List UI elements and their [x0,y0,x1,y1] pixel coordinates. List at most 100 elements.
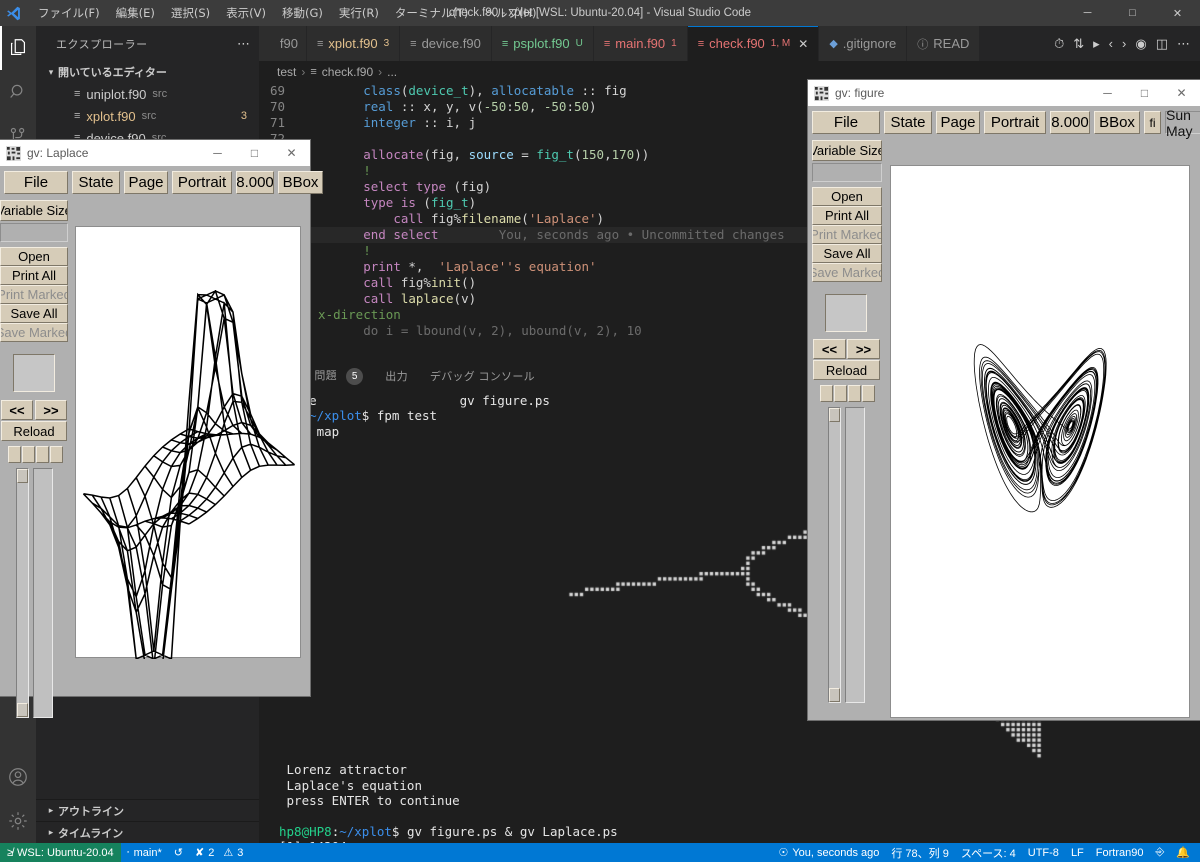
gv-page-button[interactable]: Page [936,111,980,134]
chevron-left-icon[interactable]: ‹ [1109,36,1113,51]
panel-tab-output[interactable]: 出力 [383,360,410,392]
tab-main-f90[interactable]: ≡ main.f90 1 [593,26,688,61]
gv-bbox-button[interactable]: BBox [1094,111,1140,134]
status-language-mode[interactable]: Fortran90 [1090,843,1150,862]
gv-minimize-button[interactable]: ─ [1089,80,1126,106]
open-editor-xplot[interactable]: ≡ xplot.f90 src 3 [36,105,259,127]
menu-bar[interactable]: ファイル(F) 編集(E) 選択(S) 表示(V) 移動(G) 実行(R) ター… [30,2,544,24]
gv-next-page-button[interactable]: >> [35,400,67,420]
gv-maximize-button[interactable]: □ [1126,80,1163,106]
menu-run[interactable]: 実行(R) [331,2,387,24]
tab-xplot-f90[interactable]: ≡ xplot.f90 3 [307,26,401,61]
menu-terminal[interactable]: ターミナル(T) [387,2,477,24]
gv-save-all-button[interactable]: Save All [812,244,882,263]
menu-selection[interactable]: 選択(S) [163,2,218,24]
search-icon[interactable] [0,70,36,114]
status-branch[interactable]: ⸱ main* [121,843,168,862]
menu-go[interactable]: 移動(G) [274,2,331,24]
gv-prev-page-button[interactable]: << [1,400,33,420]
status-indentation[interactable]: スペース: 4 [955,843,1022,862]
split-horizontal-icon[interactable]: ⇅ [1073,36,1084,52]
gv-scrollbar-thumb-bottom[interactable] [829,688,840,702]
breadcrumb-file[interactable]: check.f90 [322,65,373,79]
window-controls[interactable]: ─ □ ✕ [1065,0,1200,26]
gv-page-marker-row[interactable] [820,385,875,402]
status-cursor-position[interactable]: 行 78、列 9 [885,843,954,862]
window-maximize-button[interactable]: □ [1110,0,1155,26]
run-icon[interactable]: ▸ [1093,36,1100,52]
gv-next-page-button[interactable]: >> [847,339,880,359]
chevron-right-icon[interactable]: › [1122,36,1126,51]
gv-laplace-page-view[interactable] [75,226,301,669]
status-remote-wsl[interactable]: ≱ WSL: Ubuntu-20.04 [0,843,121,862]
gv-filename-button[interactable]: fi [1144,111,1161,134]
tab-partial[interactable]: f90 [259,26,307,61]
gv-maximize-button[interactable]: □ [236,140,273,166]
gv-minimize-button[interactable]: ─ [199,140,236,166]
status-git-blame[interactable]: ☉ You, seconds ago [772,843,885,862]
tab-check-f90[interactable]: ≡ check.f90 1, M ✕ [687,26,820,61]
ellipsis-icon[interactable]: ⋯ [1177,36,1190,52]
gv-vertical-scrollbar-secondary[interactable] [33,468,53,718]
gv-orientation-button[interactable]: Portrait [172,171,232,194]
explorer-icon[interactable] [0,26,36,70]
gv-figure-page-view[interactable] [890,165,1190,718]
gv-bbox-button[interactable]: BBox [278,171,323,194]
layout-icon[interactable]: ◫ [1156,36,1168,52]
gv-print-all-button[interactable]: Print All [0,266,68,285]
gv-laplace-window-controls[interactable]: ─ □ ✕ [199,140,310,166]
gv-file-menu-button[interactable]: File [812,111,880,134]
gv-page-marker[interactable] [834,385,847,402]
menu-edit[interactable]: 編集(E) [108,2,163,24]
gv-open-button[interactable]: Open [812,187,882,206]
gv-state-button[interactable]: State [72,171,120,194]
gv-open-button[interactable]: Open [0,247,68,266]
gv-scrollbar-thumb-bottom[interactable] [17,703,28,717]
gv-page-marker[interactable] [36,446,49,463]
history-icon[interactable]: ⏱ [1054,36,1064,52]
tab-gitignore[interactable]: ◆ .gitignore [819,26,908,61]
gv-page-marker[interactable] [8,446,21,463]
gv-orientation-button[interactable]: Portrait [984,111,1046,134]
tab-close-button[interactable]: ✕ [798,37,808,51]
sidebar-item-outline[interactable]: ▸ アウトライン [36,799,259,821]
gv-state-button[interactable]: State [884,111,932,134]
gv-page-marker-row[interactable] [8,446,63,463]
panel-tab-problems[interactable]: 問題 5 [312,359,365,393]
sidebar-item-timeline[interactable]: ▸ タイムライン [36,821,259,843]
gv-zoom-button[interactable]: 8.000 [236,171,274,194]
gv-page-marker[interactable] [50,446,63,463]
gv-file-menu-button[interactable]: File [4,171,68,194]
gv-print-all-button[interactable]: Print All [812,206,882,225]
gv-variable-size-button[interactable]: Variable Size [0,200,68,221]
gv-figure-window-controls[interactable]: ─ □ ✕ [1089,80,1200,106]
gv-page-marker[interactable] [22,446,35,463]
gv-scrollbar-thumb-top[interactable] [17,469,28,483]
menu-help[interactable]: ヘルプ(H) [476,2,544,24]
gv-figure-window[interactable]: gv: figure ─ □ ✕ File State Page Portrai… [808,80,1200,720]
section-open-editors[interactable]: ▾ 開いているエディター [36,61,259,83]
settings-gear-icon[interactable] [0,799,36,843]
open-editor-uniplot[interactable]: ≡ uniplot.f90 src [36,83,259,105]
status-sync[interactable]: ↺ [168,843,189,862]
menu-file[interactable]: ファイル(F) [30,2,108,24]
panel-tab-debug-console[interactable]: デバッグ コンソール [428,360,537,392]
gv-vertical-scrollbar-secondary[interactable] [845,407,865,703]
gv-reload-button[interactable]: Reload [813,360,880,380]
status-eol[interactable]: LF [1065,843,1090,862]
tab-readme[interactable]: ⓘ READ [907,26,981,61]
bell-icon[interactable]: 🔔 [1170,843,1200,862]
gv-variable-size-button[interactable]: Variable Size [812,140,882,161]
gv-page-marker[interactable] [862,385,875,402]
gv-laplace-window[interactable]: gv: Laplace ─ □ ✕ File State Page Portra… [0,140,323,718]
window-close-button[interactable]: ✕ [1155,0,1200,26]
status-encoding[interactable]: UTF-8 [1022,843,1065,862]
gv-page-button[interactable]: Page [124,171,168,194]
gv-close-button[interactable]: ✕ [1163,80,1200,106]
window-minimize-button[interactable]: ─ [1065,0,1110,26]
gv-zoom-button[interactable]: 8.000 [1050,111,1090,134]
gv-prev-page-button[interactable]: << [813,339,846,359]
circle-icon[interactable]: ◉ [1135,36,1146,52]
gv-vertical-scrollbar[interactable] [16,468,29,718]
status-problems[interactable]: ✘ 2 ⚠ 3 [189,843,249,862]
